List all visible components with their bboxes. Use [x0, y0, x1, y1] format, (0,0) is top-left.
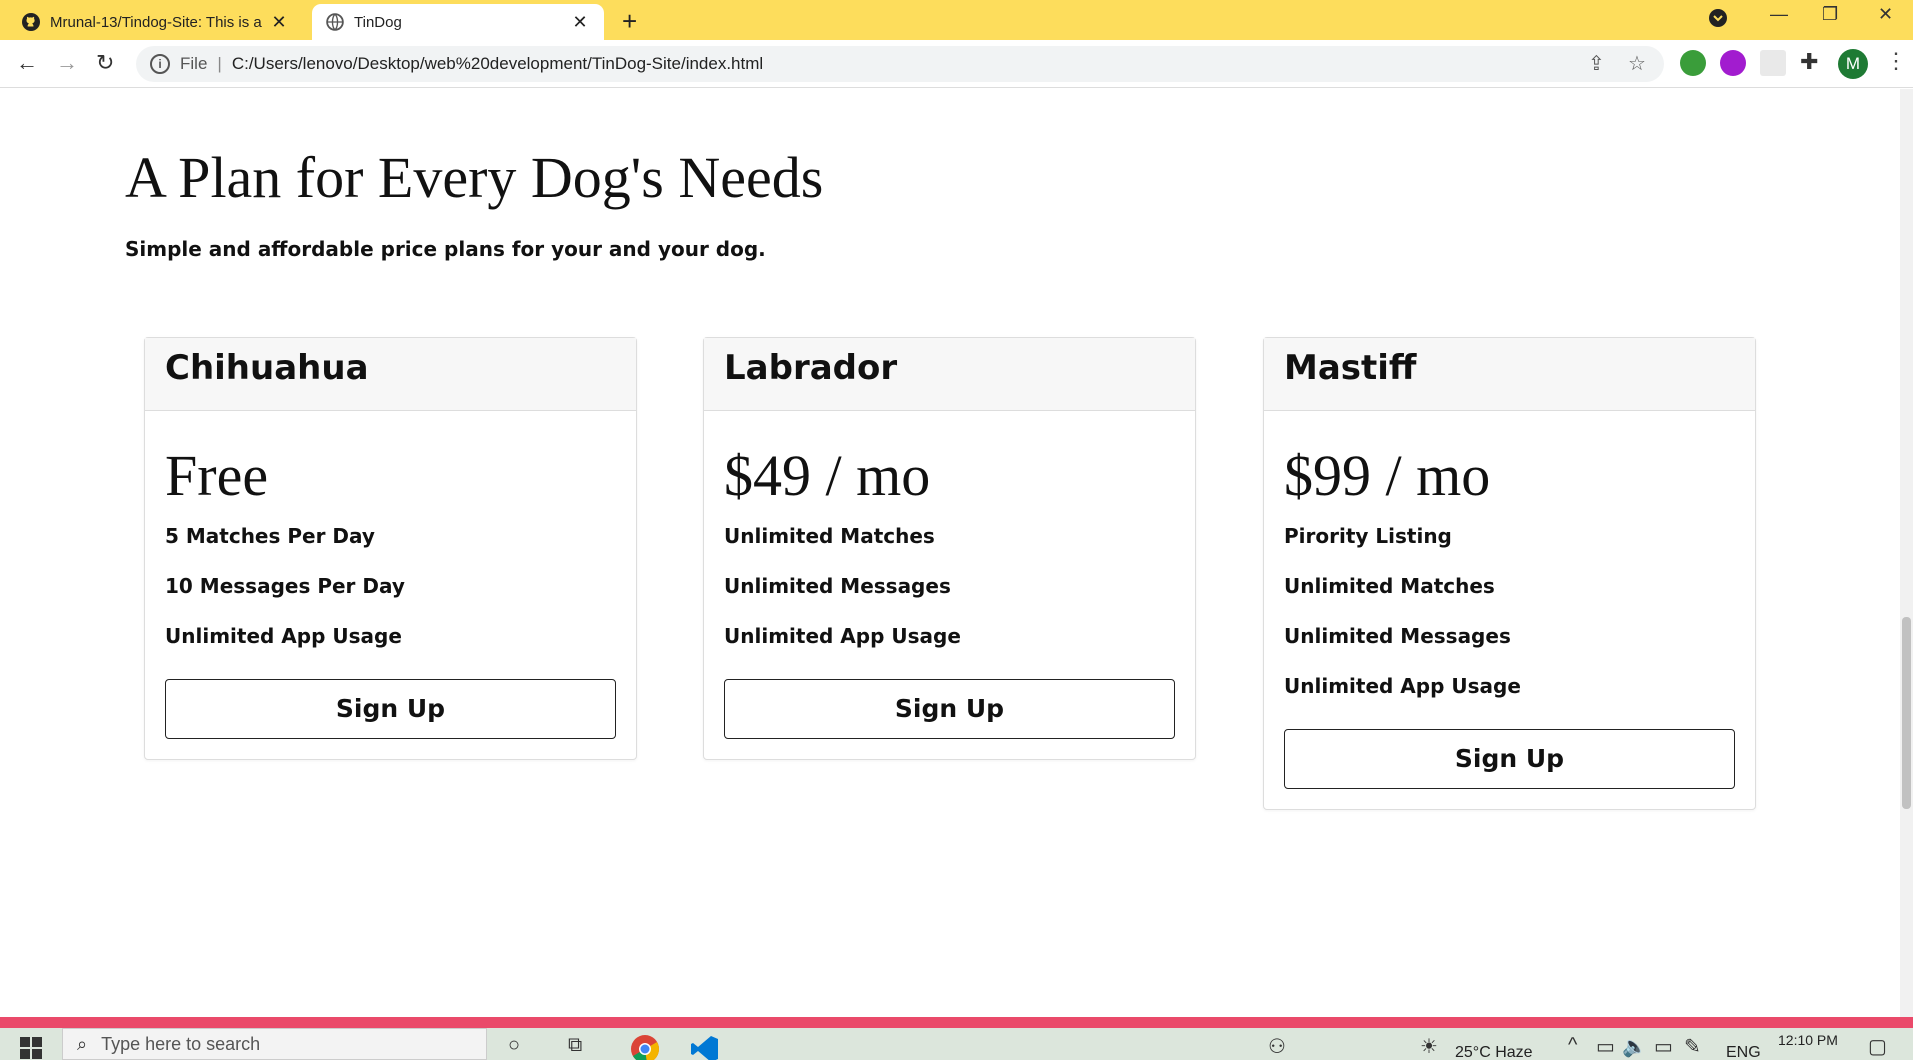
browser-menu-icon[interactable]: ⋮ — [1885, 48, 1907, 74]
close-tab-icon[interactable]: ✕ — [570, 12, 590, 33]
plan-card-mastiff: Mastiff $99 / mo Pirority Listing Unlimi… — [1263, 337, 1756, 810]
plan-feature: Unlimited App Usage — [724, 624, 961, 648]
taskbar-clock[interactable]: 12:10 PM — [1778, 1032, 1838, 1048]
taskbar-search-placeholder: Type here to search — [101, 1033, 261, 1054]
plan-name: Mastiff — [1264, 338, 1755, 411]
github-icon — [22, 13, 40, 31]
scrollbar-thumb[interactable] — [1902, 617, 1911, 809]
language-indicator[interactable]: ENG — [1726, 1044, 1761, 1060]
plan-card-chihuahua: Chihuahua Free 5 Matches Per Day 10 Mess… — [144, 337, 637, 760]
plan-price: $99 / mo — [1284, 443, 1491, 508]
notification-center-icon[interactable]: ▢ — [1868, 1034, 1887, 1059]
restore-icon[interactable]: ❐ — [1822, 4, 1838, 25]
show-hidden-icons-chevron-icon[interactable]: ^ — [1568, 1034, 1577, 1057]
search-icon: ⌕ — [77, 1033, 88, 1054]
vscode-taskbar-icon[interactable] — [690, 1034, 720, 1060]
people-icon[interactable]: ⚇ — [1268, 1034, 1286, 1059]
plan-name: Chihuahua — [145, 338, 636, 411]
task-view-icon[interactable]: ⧉ — [568, 1034, 582, 1057]
plan-feature: Unlimited App Usage — [165, 624, 402, 648]
share-icon[interactable]: ⇪ — [1588, 51, 1605, 76]
chrome-taskbar-icon[interactable] — [630, 1034, 660, 1060]
plan-name: Labrador — [704, 338, 1195, 411]
close-tab-icon[interactable]: ✕ — [269, 12, 289, 33]
pricing-section: A Plan for Every Dog's Needs Simple and … — [0, 89, 1900, 1017]
plan-price: Free — [165, 443, 269, 508]
volume-icon[interactable]: 🔈 — [1622, 1034, 1647, 1059]
cortana-icon[interactable]: ○ — [508, 1034, 520, 1057]
plan-feature: Pirority Listing — [1284, 524, 1452, 548]
tab-title: TinDog — [354, 13, 402, 31]
weather-text[interactable]: 25°C Haze — [1455, 1044, 1533, 1060]
extensions-puzzle-icon[interactable]: ✚ — [1800, 49, 1818, 75]
windows-taskbar: ⌕ Type here to search ○ ⧉ ⚇ ☀ 25°C Haze … — [0, 1028, 1913, 1060]
address-bar-row: ← → ↻ i File | C:/Users/lenovo/Desktop/w… — [0, 40, 1913, 88]
minimize-icon[interactable]: — — [1770, 4, 1788, 25]
info-icon[interactable]: i — [150, 54, 170, 74]
taskbar-search-box[interactable]: ⌕ Type here to search — [62, 1028, 487, 1060]
browser-tab-strip: Mrunal-13/Tindog-Site: This is a ✕ TinDo… — [0, 0, 1913, 40]
weather-sun-icon: ☀ — [1420, 1036, 1438, 1058]
plan-feature: Unlimited Matches — [1284, 574, 1495, 598]
tab-title: Mrunal-13/Tindog-Site: This is a — [50, 13, 262, 31]
new-tab-button[interactable]: + — [622, 6, 637, 37]
html-extension-icon[interactable] — [1680, 50, 1706, 76]
purple-extension-icon[interactable] — [1720, 50, 1746, 76]
forward-icon[interactable]: → — [56, 50, 78, 76]
scheme-separator: | — [217, 54, 222, 73]
sign-up-button[interactable]: Sign Up — [165, 679, 616, 739]
sign-up-button[interactable]: Sign Up — [724, 679, 1175, 739]
pricing-heading: A Plan for Every Dog's Needs — [125, 145, 824, 210]
windows-start-icon[interactable] — [20, 1037, 42, 1059]
sign-up-button[interactable]: Sign Up — [1284, 729, 1735, 789]
tab-tindog[interactable]: TinDog ✕ — [312, 4, 604, 40]
tab-github[interactable]: Mrunal-13/Tindog-Site: This is a ✕ — [8, 4, 303, 40]
plan-feature: Unlimited Matches — [724, 524, 935, 548]
plan-feature: 10 Messages Per Day — [165, 574, 405, 598]
scheme-label: File — [180, 54, 208, 73]
back-icon[interactable]: ← — [16, 50, 38, 76]
bookmark-star-icon[interactable]: ☆ — [1628, 51, 1646, 76]
network-icon[interactable]: ▭ — [1596, 1034, 1615, 1059]
pricing-subheading: Simple and affordable price plans for yo… — [125, 237, 766, 261]
grey-extension-icon[interactable] — [1760, 50, 1786, 76]
plan-price: $49 / mo — [724, 443, 931, 508]
globe-icon — [326, 13, 344, 31]
footer-accent-bar — [0, 1017, 1913, 1028]
plan-feature: Unlimited Messages — [1284, 624, 1511, 648]
reload-icon[interactable]: ↻ — [96, 50, 114, 76]
plan-card-labrador: Labrador $49 / mo Unlimited Matches Unli… — [703, 337, 1196, 760]
profile-avatar[interactable]: M — [1838, 49, 1868, 79]
plan-feature: Unlimited Messages — [724, 574, 951, 598]
battery-icon[interactable]: ▭ — [1654, 1034, 1673, 1059]
url-text[interactable]: C:/Users/lenovo/Desktop/web%20developmen… — [232, 54, 763, 74]
omnibox[interactable]: i File | C:/Users/lenovo/Desktop/web%20d… — [136, 46, 1664, 82]
plan-feature: Unlimited App Usage — [1284, 674, 1521, 698]
plan-feature: 5 Matches Per Day — [165, 524, 375, 548]
close-window-icon[interactable]: ✕ — [1878, 4, 1893, 25]
pen-icon[interactable]: ✎ — [1684, 1034, 1701, 1059]
tab-search-icon[interactable] — [1708, 8, 1728, 33]
page-scrollbar[interactable] — [1900, 89, 1913, 1017]
